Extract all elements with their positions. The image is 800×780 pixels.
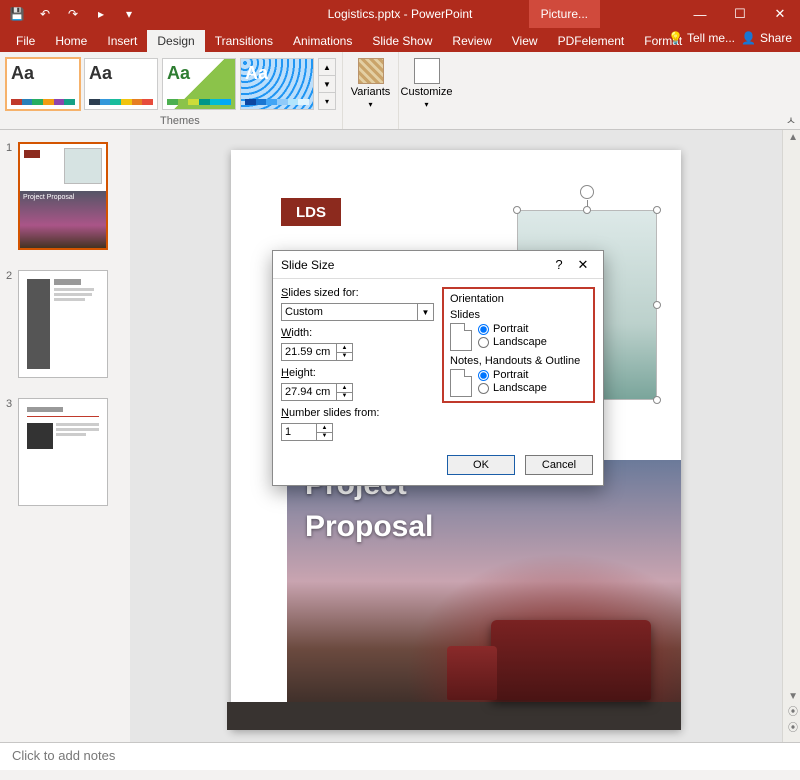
tab-animations[interactable]: Animations [283,30,362,52]
width-label: Width: [281,327,434,339]
title-line-2: Proposal [287,502,681,544]
notes-orientation-label: Notes, Handouts & Outline [450,355,587,367]
minimize-button[interactable]: — [680,0,720,28]
title-bar: 💾 ↶ ↷ ▸ ▾ Logistics.pptx - PowerPoint Pi… [0,0,800,28]
height-input[interactable]: 27.94 cm ▲▼ [281,383,353,401]
theme-swatch[interactable]: Aa [6,58,80,110]
notes-landscape-radio[interactable]: Landscape [478,382,547,394]
resize-handle[interactable] [653,396,661,404]
spin-up-icon[interactable]: ▲ [337,344,352,353]
tab-file[interactable]: File [6,30,45,52]
vertical-scrollbar[interactable]: ▲ ▼ ⦿ ⦿ [782,130,800,742]
hero-image[interactable]: Project Proposal [287,460,681,730]
page-portrait-icon [450,369,472,397]
resize-handle[interactable] [653,206,661,214]
page-portrait-icon [450,323,472,351]
quick-access-toolbar: 💾 ↶ ↷ ▸ ▾ [0,5,138,23]
rotate-handle-icon[interactable] [580,185,594,199]
restore-button[interactable]: ☐ [720,0,760,28]
number-from-label: Number slides from: [281,407,434,419]
customize-icon [414,58,440,84]
variants-button[interactable]: Variants ▾ [342,52,398,129]
window-title: Logistics.pptx - PowerPoint [328,7,473,21]
help-button[interactable]: ? [547,257,571,272]
spin-up-icon[interactable]: ▲ [337,384,352,393]
slides-sized-for-select[interactable]: Custom ▼ [281,303,434,321]
theme-swatch[interactable]: Aa [162,58,236,110]
qat-more-icon[interactable]: ▾ [120,5,138,23]
status-bar [0,770,800,780]
tell-me[interactable]: 💡 Tell me... [668,31,735,45]
width-input[interactable]: 21.59 cm ▲▼ [281,343,353,361]
thumbnail-1[interactable]: 1 Project Proposal [6,142,124,250]
number-from-input[interactable]: 1 ▲▼ [281,423,333,441]
prev-slide-icon[interactable]: ⦿ [788,703,798,718]
resize-handle[interactable] [583,206,591,214]
variants-icon [358,58,384,84]
thumbnail-2[interactable]: 2 [6,270,124,378]
ribbon-tab-strip: File Home Insert Design Transitions Anim… [0,28,800,52]
dialog-close-button[interactable]: ✕ [571,257,595,273]
tab-view[interactable]: View [502,30,548,52]
tab-design[interactable]: Design [147,30,204,52]
tab-review[interactable]: Review [442,30,501,52]
thumbnail-3[interactable]: 3 [6,398,124,506]
dialog-title: Slide Size [281,258,334,272]
orientation-label: Orientation [450,293,587,305]
spin-down-icon[interactable]: ▼ [317,433,332,441]
redo-icon[interactable]: ↷ [64,5,82,23]
orientation-group: Orientation Slides Portrait Landscape No… [442,287,595,403]
theme-swatch[interactable]: Aa [84,58,158,110]
next-slide-icon[interactable]: ⦿ [788,719,798,734]
spin-down-icon[interactable]: ▼ [337,393,352,401]
scroll-up-icon[interactable]: ▲ [788,132,798,143]
ok-button[interactable]: OK [447,455,515,475]
slides-orientation-label: Slides [450,309,587,321]
tab-slideshow[interactable]: Slide Show [362,30,442,52]
logo[interactable]: LDS [281,198,341,226]
notes-pane[interactable]: Click to add notes [0,742,800,770]
slide-thumbnail-pane[interactable]: 1 Project Proposal 2 3 [0,130,130,742]
share-button[interactable]: 👤 Share [741,31,792,45]
close-button[interactable]: ✕ [760,0,800,28]
tab-insert[interactable]: Insert [97,30,147,52]
tab-transitions[interactable]: Transitions [205,30,283,52]
collapse-ribbon-icon[interactable]: ㅅ [786,112,796,128]
slides-portrait-radio[interactable]: Portrait [478,323,547,335]
theme-swatch[interactable]: Aa [240,58,314,110]
spin-down-icon[interactable]: ▼ [337,353,352,361]
resize-handle[interactable] [653,301,661,309]
save-icon[interactable]: 💾 [8,5,26,23]
tab-pdfelement[interactable]: PDFelement [548,30,635,52]
undo-icon[interactable]: ↶ [36,5,54,23]
tab-home[interactable]: Home [45,30,97,52]
resize-handle[interactable] [513,206,521,214]
notes-portrait-radio[interactable]: Portrait [478,369,547,381]
slides-landscape-radio[interactable]: Landscape [478,336,547,348]
context-tab-picture[interactable]: Picture... [529,0,600,28]
cancel-button[interactable]: Cancel [525,455,593,475]
chevron-down-icon[interactable]: ▼ [417,304,433,320]
scroll-down-icon[interactable]: ▼ [788,691,798,702]
customize-button[interactable]: Customize ▾ [398,52,454,129]
slide-size-dialog: Slide Size ? ✕ Slides sized for: Custom … [272,250,604,486]
slides-sized-for-label: Slides sized for: [281,287,434,299]
height-label: Height: [281,367,434,379]
themes-label: Themes [160,115,200,127]
ribbon: Aa Aa Aa Aa ▲ ▼ ▾ Themes Variants ▾ Cust… [0,52,800,130]
start-show-icon[interactable]: ▸ [92,5,110,23]
spin-up-icon[interactable]: ▲ [317,424,332,433]
theme-gallery-more[interactable]: ▲ ▼ ▾ [318,58,336,110]
